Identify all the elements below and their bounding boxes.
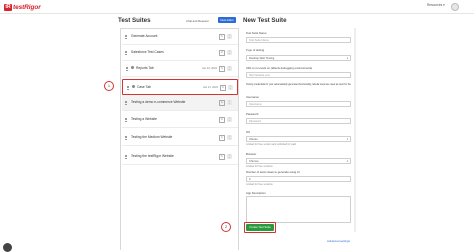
suite-date: Jan 21, 2024 <box>203 85 218 89</box>
help-chat-icon[interactable] <box>3 243 12 252</box>
suite-name: Testing the Medium Website <box>131 135 173 139</box>
advanced-settings-link[interactable]: Advanced settings <box>327 239 350 243</box>
count-badge: 2 <box>219 50 225 56</box>
generate-count-note: Limited for free versions <box>246 183 273 186</box>
form-title: New Test Suite <box>243 17 287 24</box>
browser-note: Limited for free versions <box>246 165 273 168</box>
brand-logo[interactable]: tR testRigor <box>4 3 41 11</box>
username-input[interactable]: Username <box>246 101 351 107</box>
more-menu-icon[interactable]: ⋮ <box>228 84 233 90</box>
description-textarea[interactable] <box>246 196 351 223</box>
chevron-down-icon: ▾ <box>346 160 348 163</box>
top-bar: tR testRigor Resources ▾ <box>0 0 474 14</box>
list-item[interactable]: Testing the Medium Website 1 ⋮ <box>122 130 238 146</box>
drag-handle-icon[interactable] <box>126 67 128 71</box>
logo-mark-icon: tR <box>4 3 12 11</box>
count-badge: 1 <box>219 135 225 141</box>
suite-name: Generate Account <box>131 34 158 38</box>
drag-handle-icon[interactable] <box>125 136 127 140</box>
step-marker-1: 1 <box>104 81 114 91</box>
suite-date: Jan 22, 2024 <box>202 66 217 70</box>
drag-handle-icon[interactable] <box>125 35 127 39</box>
url-input[interactable]: http://testsite.com <box>246 72 351 78</box>
suite-icon <box>131 66 134 69</box>
new-folder-button[interactable]: New folder <box>218 17 236 23</box>
browser-value: Chrome <box>249 160 259 163</box>
avatar[interactable] <box>451 3 459 11</box>
more-menu-icon[interactable]: ⋮ <box>227 116 232 122</box>
os-note: Limited for free version and unlimited f… <box>246 143 297 146</box>
credentials-label: Testing credentials for your automatical… <box>246 84 351 86</box>
page-title: Test Suites <box>118 17 151 24</box>
browser-select[interactable]: Chrome ▾ <box>246 158 351 164</box>
type-label: Type of testing <box>246 48 265 52</box>
suite-name: Case Tab <box>137 85 151 89</box>
count-badge: 1 <box>220 85 226 91</box>
brand-name: testRigor <box>13 3 41 11</box>
resources-menu[interactable]: Resources ▾ <box>427 3 445 7</box>
more-menu-icon[interactable]: ⋮ <box>227 99 232 105</box>
browser-label: Browser <box>246 152 257 156</box>
list-item[interactable]: Testing a demo e-commerce Website 1 ⋮ <box>122 95 238 111</box>
description-label: App Description <box>246 191 266 195</box>
more-menu-icon[interactable]: ⋮ <box>227 153 232 159</box>
list-item[interactable]: Testing the testRigor Website 1 ⋮ <box>122 149 238 165</box>
type-select[interactable]: Desktop Web Testing ▾ <box>246 55 351 61</box>
more-menu-icon[interactable]: ⋮ <box>227 49 232 55</box>
create-test-suite-button[interactable]: Create Test Suite <box>246 224 274 231</box>
chat-request-link[interactable]: Chat and Request <box>186 19 209 23</box>
url-label: URL to run tests on (affects debugging e… <box>246 66 313 70</box>
drag-handle-icon[interactable] <box>125 51 127 55</box>
count-badge: 1 <box>219 100 225 106</box>
step-marker-2: 2 <box>221 222 231 232</box>
more-menu-icon[interactable]: ⋮ <box>227 65 232 71</box>
scrollbar[interactable] <box>354 28 356 232</box>
drag-handle-icon[interactable] <box>125 101 127 105</box>
suite-name: Reports Tab <box>136 66 154 70</box>
count-badge: 1 <box>219 66 225 72</box>
more-menu-icon[interactable]: ⋮ <box>227 33 232 39</box>
suite-name: Testing a Website <box>131 117 157 121</box>
suite-name: Testing a demo e-commerce Website <box>131 100 186 104</box>
suite-name: Salesforce Test Cases <box>131 50 164 54</box>
suite-name: Testing the testRigor Website <box>131 154 174 158</box>
list-item[interactable]: Reports Tab Jan 22, 2024 1 ⋮ <box>122 61 238 77</box>
password-input[interactable]: Password <box>246 118 351 124</box>
suite-name-input[interactable]: Test Suite Name <box>246 37 351 43</box>
list-item[interactable]: Salesforce Test Cases 2 ⋮ <box>122 45 238 61</box>
drag-handle-icon[interactable] <box>125 155 127 159</box>
os-value: Ubuntu <box>249 138 258 141</box>
count-badge: 1 <box>219 34 225 40</box>
list-item[interactable]: Generate Account 1 ⋮ <box>122 29 238 45</box>
password-label: Password <box>246 112 259 116</box>
os-select[interactable]: Ubuntu ▾ <box>246 136 351 142</box>
drag-handle-icon[interactable] <box>125 118 127 122</box>
list-item[interactable]: Testing a Website 1 ⋮ <box>122 112 238 128</box>
drag-handle-icon[interactable] <box>127 86 129 90</box>
count-badge: 1 <box>219 154 225 160</box>
os-label: OS <box>246 130 251 134</box>
chevron-down-icon: ▾ <box>346 57 348 60</box>
count-badge: 1 <box>219 117 225 123</box>
suite-list: Generate Account 1 ⋮ Salesforce Test Cas… <box>120 28 239 250</box>
name-label: Test Suite Name <box>246 31 267 35</box>
username-label: Username <box>246 95 259 99</box>
list-item-selected[interactable]: Case Tab Jan 21, 2024 1 ⋮ <box>122 79 238 95</box>
generate-count-input[interactable]: 0 <box>246 176 351 182</box>
generate-count-label: Number of tests cases to generate using … <box>246 170 300 174</box>
more-menu-icon[interactable]: ⋮ <box>227 134 232 140</box>
chevron-down-icon: ▾ <box>346 138 348 141</box>
suite-icon <box>132 85 135 88</box>
type-value: Desktop Web Testing <box>249 57 275 60</box>
